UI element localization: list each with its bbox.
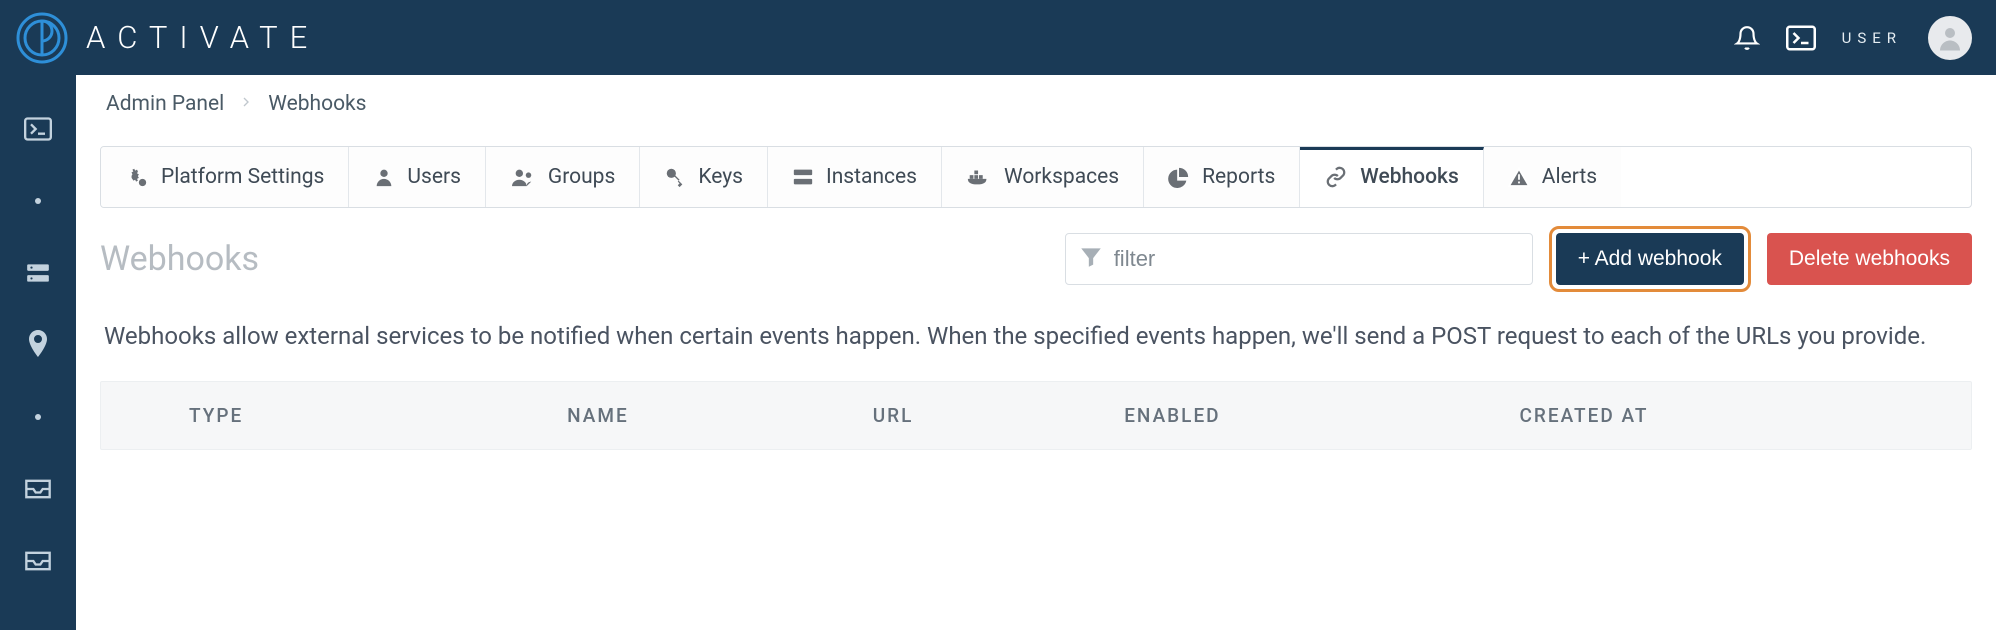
tab-workspaces[interactable]: Workspaces — [942, 147, 1144, 207]
brand-mark-icon — [14, 10, 70, 66]
page-title: Webhooks — [100, 239, 259, 279]
chart-pie-icon — [1168, 166, 1190, 188]
tab-label: Keys — [698, 165, 743, 189]
tab-label: Webhooks — [1360, 165, 1458, 189]
webhooks-table: TYPE NAME URL ENABLED CREATED AT — [100, 381, 1972, 450]
tab-label: Users — [407, 165, 461, 189]
sidebar-item-terminal[interactable] — [20, 111, 56, 147]
docker-icon — [966, 167, 992, 187]
filter-icon — [1078, 244, 1104, 274]
col-enabled[interactable]: ENABLED — [1096, 384, 1489, 447]
sidebar-item-inbox-2[interactable] — [20, 543, 56, 579]
breadcrumb-admin-panel[interactable]: Admin Panel — [106, 92, 224, 116]
delete-webhooks-button[interactable]: Delete webhooks — [1767, 233, 1972, 285]
topbar: ACTIVATE USER — [0, 0, 1996, 75]
terminal-icon[interactable] — [1786, 25, 1816, 51]
tab-platform-settings[interactable]: Platform Settings — [101, 147, 349, 207]
brand-logo[interactable]: ACTIVATE — [14, 10, 319, 66]
breadcrumb-webhooks[interactable]: Webhooks — [268, 92, 366, 116]
brand-name: ACTIVATE — [86, 19, 319, 56]
page-description: Webhooks allow external services to be n… — [100, 300, 1972, 381]
tab-label: Alerts — [1542, 165, 1597, 189]
notifications-icon[interactable] — [1734, 25, 1760, 51]
sidebar — [0, 75, 76, 630]
sidebar-item-location[interactable] — [20, 327, 56, 363]
avatar[interactable] — [1928, 16, 1972, 60]
tab-label: Reports — [1202, 165, 1275, 189]
gears-icon — [125, 166, 149, 188]
tab-label: Workspaces — [1004, 165, 1119, 189]
tab-label: Platform Settings — [161, 165, 324, 189]
col-url[interactable]: URL — [845, 384, 1094, 447]
tab-webhooks[interactable]: Webhooks — [1300, 147, 1483, 207]
tab-keys[interactable]: Keys — [640, 147, 768, 207]
sidebar-item-storage[interactable] — [20, 255, 56, 291]
highlight-ring: + Add webhook — [1549, 226, 1751, 292]
users-icon — [510, 166, 536, 188]
col-type[interactable]: TYPE — [103, 384, 537, 447]
tab-instances[interactable]: Instances — [768, 147, 942, 207]
sidebar-dot-2[interactable] — [20, 399, 56, 435]
tab-reports[interactable]: Reports — [1144, 147, 1300, 207]
server-icon — [792, 167, 814, 187]
col-name[interactable]: NAME — [539, 384, 843, 447]
filter-input[interactable] — [1114, 246, 1520, 272]
user-label: USER — [1842, 29, 1902, 47]
sidebar-item-inbox-1[interactable] — [20, 471, 56, 507]
col-created-at[interactable]: CREATED AT — [1492, 384, 1970, 447]
warning-icon — [1508, 167, 1530, 187]
tab-label: Instances — [826, 165, 917, 189]
key-icon — [664, 166, 686, 188]
tab-groups[interactable]: Groups — [486, 147, 640, 207]
tabs: Platform Settings Users Groups — [100, 146, 1972, 208]
topbar-right: USER — [1734, 16, 1972, 60]
filter-input-wrap[interactable] — [1065, 233, 1533, 285]
breadcrumb: Admin Panel Webhooks — [76, 75, 1996, 132]
tab-label: Groups — [548, 165, 615, 189]
user-icon — [373, 166, 395, 188]
tab-alerts[interactable]: Alerts — [1484, 147, 1621, 207]
add-webhook-button[interactable]: + Add webhook — [1556, 233, 1744, 285]
section-header: Webhooks + Add webhook Delete webhooks — [100, 208, 1972, 300]
tab-users[interactable]: Users — [349, 147, 486, 207]
chevron-right-icon — [238, 91, 254, 116]
link-icon — [1324, 166, 1348, 188]
sidebar-dot-1[interactable] — [20, 183, 56, 219]
